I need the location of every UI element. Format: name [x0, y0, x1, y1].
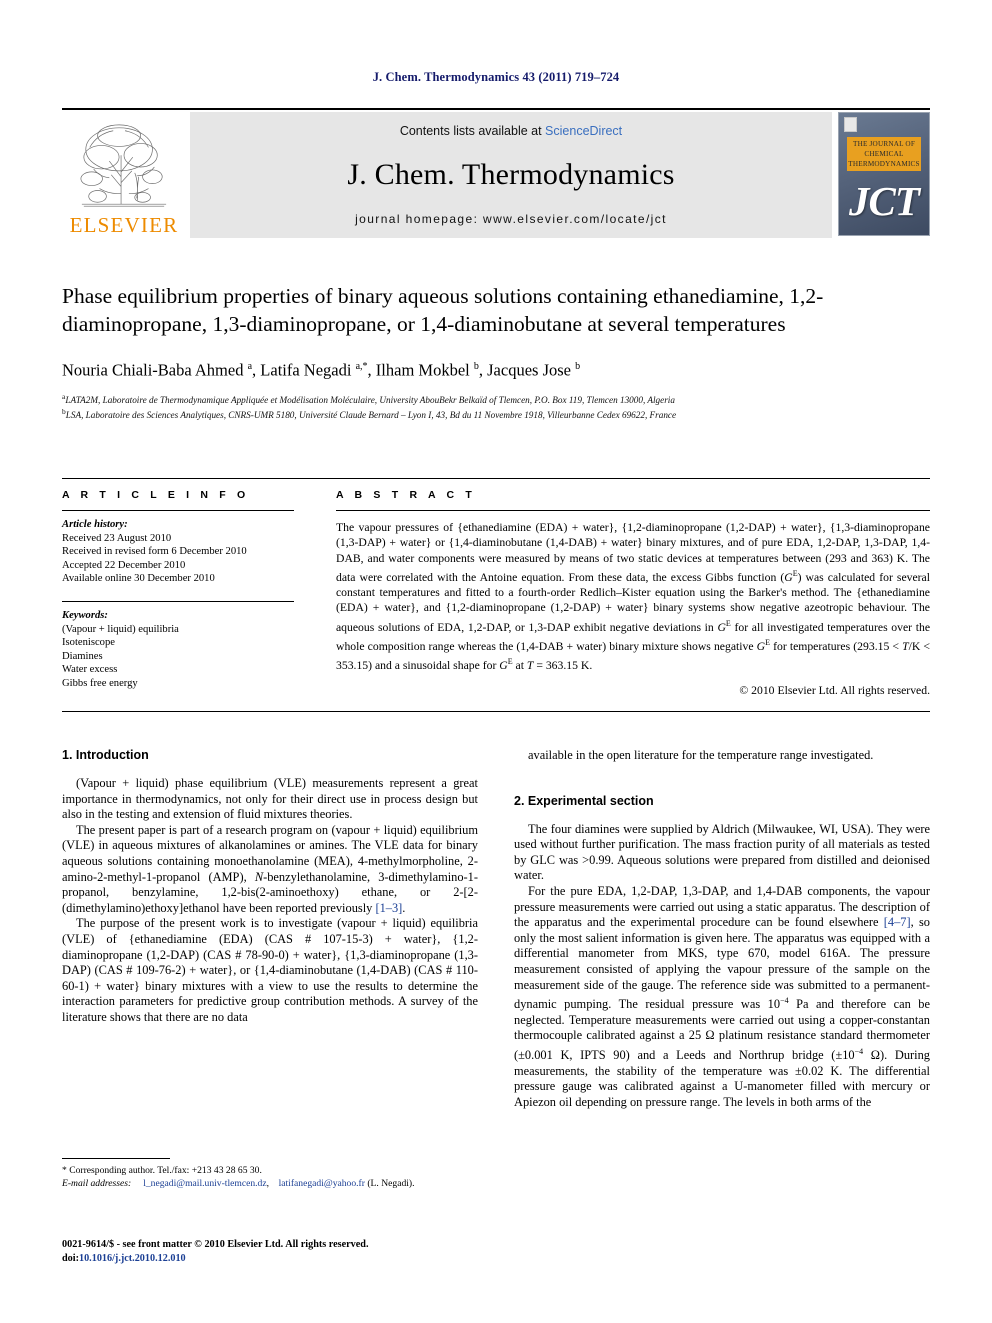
affiliation-b-text: LSA, Laboratoire des Sciences Analytique…: [65, 410, 677, 421]
journal-masthead: ELSEVIER Contents lists available at Sci…: [62, 108, 930, 238]
journal-homepage-link[interactable]: journal homepage: www.elsevier.com/locat…: [355, 212, 667, 226]
experimental-paragraph-2: For the pure EDA, 1,2-DAP, 1,3-DAP, and …: [514, 883, 930, 1109]
cover-abbreviation: JCT: [849, 178, 920, 224]
email-addresses-label: E-mail addresses:: [62, 1178, 132, 1189]
footnote-rule: [62, 1158, 170, 1159]
affiliation-b: bLSA, Laboratoire des Sciences Analytiqu…: [62, 406, 930, 422]
intro-paragraph-1: (Vapour + liquid) phase equilibrium (VLE…: [62, 776, 478, 822]
history-item: Received in revised form 6 December 2010: [62, 546, 247, 558]
article-history-group: Article history: Received 23 August 2010…: [62, 511, 294, 586]
keyword-item: Gibbs free energy: [62, 677, 138, 689]
affiliation-list: aLATA2M, Laboratoire de Thermodynamique …: [62, 391, 930, 422]
affiliation-a: aLATA2M, Laboratoire de Thermodynamique …: [62, 391, 930, 407]
contents-lists-line: Contents lists available at ScienceDirec…: [400, 124, 622, 138]
running-head: J. Chem. Thermodynamics 43 (2011) 719–72…: [372, 70, 620, 84]
sciencedirect-link[interactable]: ScienceDirect: [545, 124, 622, 138]
history-item: Received 23 August 2010: [62, 532, 172, 544]
keyword-item: Water excess: [62, 664, 118, 676]
keywords-group: Keywords: (Vapour + liquid) equilibria I…: [62, 602, 294, 691]
section-heading-experimental: 2. Experimental section: [514, 793, 654, 808]
intro-continuation-paragraph: available in the open literature for the…: [528, 748, 874, 762]
cover-elsevier-mark-icon: [844, 117, 857, 132]
cover-title: THE JOURNAL OF CHEMICAL THERMODYNAMICS: [847, 137, 921, 171]
info-abstract-band: A R T I C L E I N F O Article history: R…: [62, 478, 930, 712]
title-block: Phase equilibrium properties of binary a…: [62, 282, 930, 422]
masthead-center-panel: Contents lists available at ScienceDirec…: [190, 112, 832, 238]
abstract-heading: A B S T R A C T: [336, 489, 476, 501]
abstract-copyright: © 2010 Elsevier Ltd. All rights reserved…: [739, 684, 930, 698]
body-columns: 1. Introduction (Vapour + liquid) phase …: [62, 748, 930, 1168]
history-item: Available online 30 December 2010: [62, 573, 215, 585]
experimental-paragraph-1: The four diamines were supplied by Aldri…: [514, 821, 930, 883]
history-item: Accepted 22 December 2010: [62, 559, 186, 571]
keyword-item: Isoteniscope: [62, 637, 115, 649]
author-list: Nouria Chiali-Baba Ahmed a, Latifa Negad…: [62, 360, 581, 380]
journal-title: J. Chem. Thermodynamics: [347, 158, 675, 191]
email-address-primary[interactable]: l_negadi@mail.univ-tlemcen.dz: [143, 1178, 266, 1189]
keywords-label: Keywords:: [62, 609, 108, 621]
elsevier-logo: ELSEVIER: [62, 112, 186, 238]
corresponding-author-note: * Corresponding author. Tel./fax: +213 4…: [62, 1165, 262, 1176]
article-title: Phase equilibrium properties of binary a…: [62, 284, 824, 336]
article-history-label: Article history:: [62, 519, 128, 530]
email-address-secondary[interactable]: latifanegadi@yahoo.fr: [279, 1178, 365, 1189]
body-column-right: available in the open literature for the…: [514, 748, 930, 1168]
doi-label: doi:: [62, 1252, 79, 1264]
body-column-left: 1. Introduction (Vapour + liquid) phase …: [62, 748, 478, 1168]
band-bottom-rule: [62, 710, 930, 712]
article-info-heading: A R T I C L E I N F O: [62, 489, 250, 501]
elsevier-tree-icon: [80, 124, 167, 207]
abstract-text: The vapour pressures of {ethanediamine (…: [336, 521, 931, 672]
footnote-block: * Corresponding author. Tel./fax: +213 4…: [62, 1158, 478, 1190]
email-owner: (L. Negadi).: [367, 1178, 415, 1189]
keyword-item: (Vapour + liquid) equilibria: [62, 623, 179, 635]
intro-paragraph-2: The present paper is part of a research …: [62, 822, 478, 915]
doi-line: doi:10.1016/j.jct.2010.12.010: [62, 1252, 512, 1266]
elsevier-wordmark: ELSEVIER: [69, 213, 179, 237]
keyword-item: Diamines: [62, 650, 103, 662]
section-heading-introduction: 1. Introduction: [62, 748, 149, 762]
page-footer: 0021-9614/$ - see front matter © 2010 El…: [62, 1238, 512, 1265]
article-page: J. Chem. Thermodynamics 43 (2011) 719–72…: [0, 0, 992, 1323]
affiliation-a-text: LATA2M, Laboratoire de Thermodynamique A…: [65, 394, 675, 405]
doi-value[interactable]: 10.1016/j.jct.2010.12.010: [79, 1253, 186, 1264]
article-info-column: A R T I C L E I N F O Article history: R…: [62, 479, 312, 699]
email-addresses-note: E-mail addresses: l_negadi@mail.univ-tle…: [62, 1178, 415, 1189]
intro-paragraph-3: The purpose of the present work is to in…: [62, 916, 478, 1024]
contents-lists-prefix: Contents lists available at: [399, 124, 546, 138]
issn-copyright-line: 0021-9614/$ - see front matter © 2010 El…: [62, 1239, 369, 1250]
journal-cover-thumbnail: THE JOURNAL OF CHEMICAL THERMODYNAMICS J…: [838, 112, 930, 236]
abstract-column: A B S T R A C T The vapour pressures of …: [312, 479, 930, 699]
